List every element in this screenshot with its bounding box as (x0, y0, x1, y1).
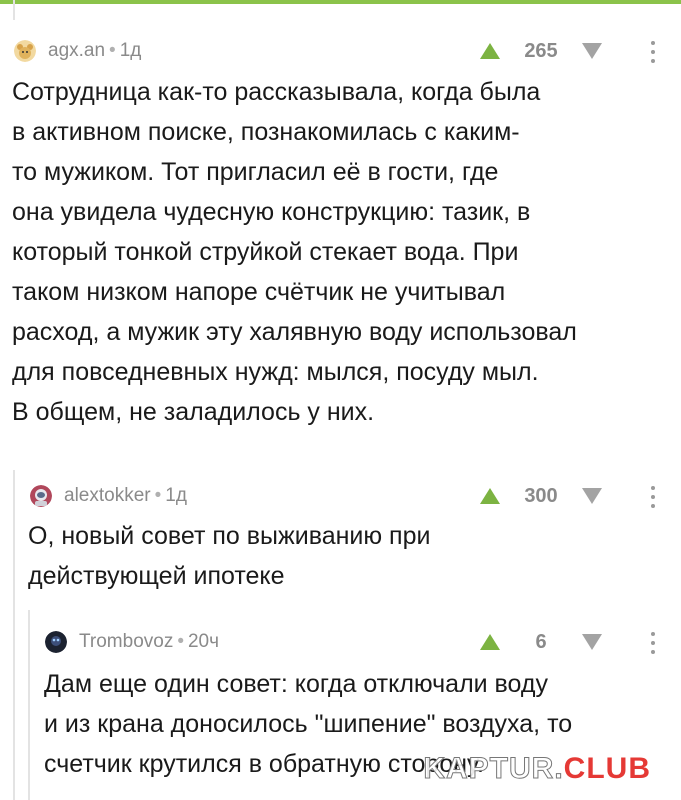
vote-count: 6 (535, 630, 547, 653)
thread-line (13, 470, 15, 800)
comment-text-line: в активном поиске, познакомилась с каким… (12, 118, 520, 146)
comment-text: О, новый совет по выживанию при действую… (28, 516, 430, 596)
comment-meta: Trombovoz • 20ч (45, 628, 219, 656)
comment-time: 1д (165, 485, 187, 506)
comment-author[interactable]: alextokker • 1д (64, 485, 187, 507)
more-options-icon[interactable] (651, 632, 655, 654)
comment-time: 1д (119, 40, 142, 61)
thread-line (13, 0, 15, 20)
upvote-icon[interactable] (480, 634, 500, 650)
astronaut-avatar-icon[interactable] (30, 485, 52, 507)
downvote-icon[interactable] (582, 634, 602, 650)
vote-count: 300 (524, 484, 558, 507)
comment-text: Сотрудница как-то рассказывала, когда бы… (12, 72, 577, 432)
comment-meta: agx.an • 1д (14, 37, 141, 65)
comment-text-line: который тонкой струйкой стекает вода. Пр… (12, 238, 519, 266)
watermark: KAPTUR.CLUB (423, 752, 651, 786)
comment-text-line: таком низком напоре счётчик не учитывал (12, 278, 506, 306)
author-name[interactable]: Trombovoz (79, 631, 173, 652)
dark-avatar-icon[interactable] (45, 631, 67, 653)
comment-text-line: В общем, не заладилось у них. (12, 398, 375, 426)
upvote-icon[interactable] (480, 488, 500, 504)
comment-text-line: О, новый совет по выживанию при (28, 522, 431, 550)
meta-separator: • (177, 631, 184, 652)
comment-text-line: то мужиком. Тот пригласил её в гости, гд… (12, 158, 499, 186)
downvote-icon[interactable] (582, 488, 602, 504)
vote-count: 265 (524, 39, 558, 62)
meta-separator: • (154, 485, 162, 506)
comment-text-line: Дам еще один совет: когда отключали воду (44, 670, 549, 698)
meta-separator: • (109, 40, 116, 61)
vote-bar: 265 (480, 37, 602, 65)
thread-line (28, 610, 30, 800)
comment-text-line: она увидела чудесную конструкцию: тазик,… (12, 198, 531, 226)
more-options-icon[interactable] (651, 41, 655, 63)
comment-author[interactable]: agx.an • 1д (48, 40, 141, 62)
author-name[interactable]: alextokker (64, 485, 151, 506)
comment-time: 20ч (187, 631, 220, 652)
top-accent-strip (0, 0, 681, 4)
downvote-icon[interactable] (582, 43, 602, 59)
comment-meta: alextokker • 1д (30, 482, 187, 510)
comment-text-line: Сотрудница как-то рассказывала, когда бы… (12, 78, 541, 106)
comment-author[interactable]: Trombovoz • 20ч (79, 631, 219, 653)
watermark-part: KAPTUR. (423, 752, 564, 786)
bear-avatar-icon[interactable] (14, 40, 36, 62)
vote-bar: 300 (480, 482, 602, 510)
comment-text-line: расход, а мужик эту халявную воду исполь… (12, 318, 577, 346)
comment-text-line: действующей ипотеке (28, 562, 285, 590)
watermark-part: CLUB (563, 752, 651, 785)
comment-text-line: и из крана доносилось "шипение" воздуха,… (44, 710, 573, 738)
comment-text-line: для повседневных нужд: мылся, посуду мыл… (12, 358, 539, 386)
author-name[interactable]: agx.an (48, 40, 105, 61)
upvote-icon[interactable] (480, 43, 500, 59)
more-options-icon[interactable] (651, 486, 655, 508)
vote-bar: 6 (480, 628, 602, 656)
